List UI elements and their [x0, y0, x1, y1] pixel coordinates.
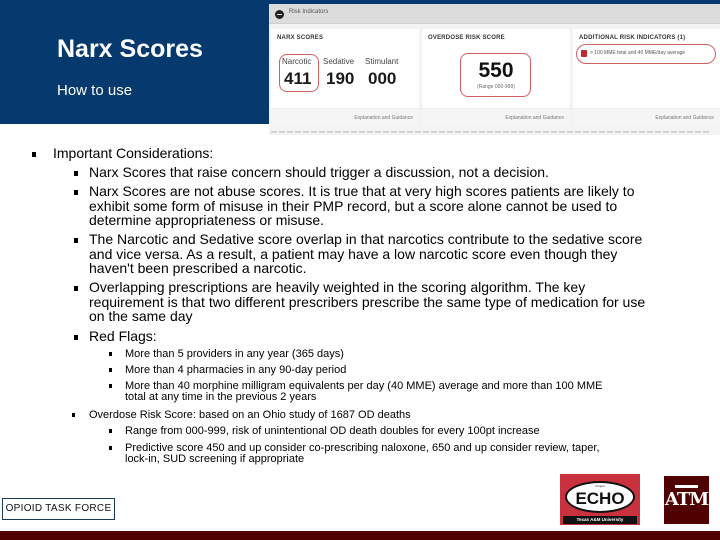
additional-explanation-link[interactable]: Explanation and Guidance	[655, 115, 714, 121]
stimulant-label: Stimulant	[365, 57, 399, 66]
project-echo-logo: Project ECHO Texas A&M University	[560, 474, 640, 525]
narx-scores-title: NARX SCORES	[277, 35, 324, 41]
consideration-item: Narx Scores are not abuse scores. It is …	[89, 183, 635, 228]
overdose-point: Predictive score 450 and up consider co-…	[125, 442, 600, 465]
overdose-score-heading: Overdose Risk Score: based on an Ohio st…	[89, 409, 411, 421]
additional-risk-panel: ADDITIONAL RISK INDICATORS (1) > 100 MME…	[573, 29, 720, 126]
echo-project-text: Project	[595, 484, 605, 488]
risk-indicators-bar: Risk Indicators	[269, 4, 720, 24]
red-flag-item: More than 40 morphine milligram equivale…	[125, 380, 603, 403]
sedative-score: 190	[326, 69, 355, 88]
narx-scores-panel: NARX SCORES Narcotic 411 Sedative 190 St…	[271, 29, 419, 126]
red-flag-item: More than 4 pharmacies in any 90-day per…	[125, 364, 347, 376]
slide-title: Narx Scores	[57, 35, 203, 63]
overdose-point: Range from 000-999, risk of unintentiona…	[125, 425, 540, 437]
bullet-icon	[109, 446, 112, 450]
additional-risk-title: ADDITIONAL RISK INDICATORS (1)	[579, 35, 686, 41]
risk-indicators-screenshot: Risk Indicators NARX SCORES Narcotic 411…	[269, 4, 720, 135]
slide-subtitle: How to use	[57, 82, 133, 99]
bullet-icon	[72, 413, 75, 417]
collapse-icon	[275, 10, 284, 19]
maroon-footer-bar	[0, 531, 720, 540]
bullet-icon	[74, 238, 78, 243]
overdose-explanation-link[interactable]: Explanation and Guidance	[505, 115, 564, 121]
echo-oval: Project ECHO	[565, 481, 635, 513]
narcotic-score: 411	[284, 69, 312, 88]
considerations-heading: Important Considerations:	[53, 145, 214, 161]
consideration-item: Narx Scores that raise concern should tr…	[89, 164, 549, 180]
sedative-label: Sedative	[323, 57, 355, 66]
bullet-icon	[109, 368, 112, 372]
consideration-item: Overlapping prescriptions are heavily we…	[89, 279, 646, 324]
atm-logo-bar	[675, 485, 698, 488]
echo-text: ECHO	[575, 489, 625, 508]
overdose-risk-panel: OVERDOSE RISK SCORE 550 (Range 000-999) …	[422, 29, 570, 126]
narx-explanation-link[interactable]: Explanation and Guidance	[354, 115, 413, 121]
red-flag-item: More than 5 providers in any year (365 d…	[125, 348, 344, 360]
bullet-icon	[109, 384, 112, 388]
risk-indicators-label: Risk Indicators	[289, 9, 329, 15]
bullet-icon	[74, 335, 78, 340]
bullet-icon	[109, 352, 112, 356]
opioid-task-force-label: OPIOID TASK FORCE	[2, 498, 115, 520]
warning-flag-icon	[581, 50, 587, 57]
atm-logo-text: ATM	[664, 489, 709, 510]
bullet-icon	[74, 190, 78, 195]
consideration-item: The Narcotic and Sedative score overlap …	[89, 231, 643, 276]
risk-indicator-text: > 100 MME total and 40 MME/day average	[590, 50, 686, 56]
blurred-text-line	[271, 131, 711, 133]
overdose-range: (Range 000-999)	[477, 84, 515, 90]
bullet-icon	[32, 152, 36, 157]
overdose-score: 550	[478, 59, 514, 82]
texas-am-logo: ATM	[664, 476, 709, 524]
narcotic-label: Narcotic	[282, 57, 312, 66]
stimulant-score: 000	[368, 69, 397, 88]
bullet-icon	[74, 171, 78, 176]
red-flags-heading: Red Flags:	[89, 328, 157, 344]
overdose-risk-title: OVERDOSE RISK SCORE	[428, 35, 505, 41]
bullet-icon	[74, 286, 78, 291]
bullet-icon	[109, 429, 112, 433]
echo-university-text: Texas A&M University	[563, 516, 637, 524]
